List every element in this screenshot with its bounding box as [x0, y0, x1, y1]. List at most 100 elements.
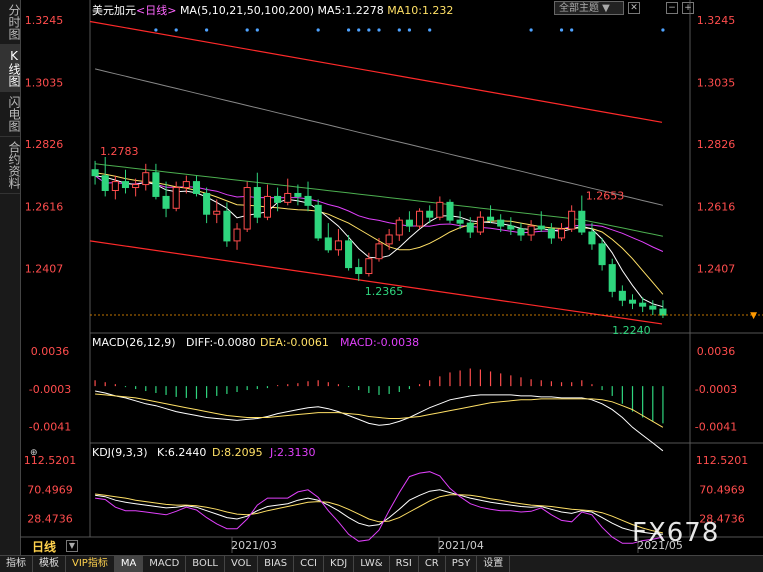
last-price-marker: ▼: [750, 311, 757, 321]
candle-body-17: [263, 195, 271, 218]
candle-body-16: [253, 187, 261, 218]
tab-0[interactable]: 指标: [0, 556, 33, 572]
candle-body-34: [436, 201, 444, 218]
theme-dropdown[interactable]: 全部主题 ▼: [554, 1, 624, 15]
signal-dot-13: [529, 28, 533, 32]
tab-9[interactable]: KDJ: [324, 556, 355, 572]
kdj-header-name: KDJ(9,3,3): [92, 446, 148, 459]
kdj-header-d: D:8.2095: [212, 446, 263, 459]
x-axis-label-0: 2021/03: [231, 539, 277, 552]
signal-dot-10: [397, 28, 401, 32]
chart-canvas[interactable]: 1.3245 1.3245 1.3035 1.3035 1.2826 1.2826 1.26…: [0, 0, 763, 571]
candle-body-55: [649, 305, 657, 310]
kdj-tick-left-1: 70.4969: [27, 483, 73, 496]
kdj-tick-left-2: 28.4736: [27, 513, 73, 526]
price-tick-right-3: 1.2616: [697, 201, 736, 214]
candle-body-37: [466, 222, 474, 233]
kdj-header-k: K:6.2440: [157, 446, 206, 459]
candle-body-53: [628, 299, 637, 304]
tab-3[interactable]: MA: [114, 556, 144, 572]
macd-tick-right-2: -0.0041: [695, 420, 737, 433]
price-tick-left-2: 1.2826: [25, 138, 64, 151]
candle-body-46: [557, 228, 566, 239]
tab-8[interactable]: CCI: [294, 556, 325, 572]
signal-dot-11: [407, 28, 412, 32]
kdj-j-line: [95, 471, 664, 544]
tab-6[interactable]: VOL: [225, 556, 259, 572]
macd-tick-left-2: -0.0041: [29, 420, 71, 433]
tab-14[interactable]: 设置: [477, 556, 511, 572]
candle-body-18: [274, 195, 282, 203]
signal-dot-3: [245, 28, 249, 32]
candle-body-39: [487, 216, 495, 221]
period-selector[interactable]: 日线: [32, 538, 56, 555]
tab-4[interactable]: MACD: [143, 556, 187, 572]
candle-body-9: [182, 181, 190, 189]
close-icon[interactable]: ✕: [628, 2, 640, 14]
ma5-value: MA5:1.2278: [317, 4, 384, 17]
signal-dot-12: [428, 28, 432, 32]
tab-11[interactable]: RSI: [390, 556, 419, 572]
candle-body-10: [192, 181, 201, 194]
candle-body-14: [233, 228, 241, 242]
macd-header-name: MACD(26,12,9): [92, 336, 176, 349]
signal-dot-1: [174, 28, 178, 32]
candle-body-23: [324, 237, 332, 251]
candle-body-7: [162, 195, 170, 209]
tab-10[interactable]: LW&: [354, 556, 390, 572]
kdj-d-line: [95, 493, 664, 534]
candle-body-21: [304, 195, 312, 206]
tab-12[interactable]: CR: [419, 556, 446, 572]
signal-dot-16: [661, 28, 665, 32]
annotation-high-left: 1.2783: [100, 145, 139, 158]
ma10-line: [95, 172, 664, 295]
signal-dot-5: [316, 28, 320, 32]
candle-body-36: [456, 219, 464, 224]
candle-body-43: [527, 225, 535, 236]
candle-body-27: [365, 258, 373, 275]
candle-body-1: [101, 175, 109, 191]
macd-header-diff: DIFF:-0.0080: [186, 336, 256, 349]
candle-body-28: [375, 243, 383, 260]
kdj-k-line: [95, 489, 663, 535]
tab-7[interactable]: BIAS: [258, 556, 295, 572]
candle-body-29: [385, 234, 393, 245]
tab-5[interactable]: BOLL: [186, 556, 225, 572]
tab-2[interactable]: VIP指标: [66, 556, 115, 572]
annotation-low-right: 1.2240: [612, 324, 651, 337]
tab-1[interactable]: 模板: [33, 556, 66, 572]
macd-dea-line: [95, 393, 664, 428]
watermark-logo: FX678: [632, 518, 720, 548]
candle-body-11: [203, 192, 211, 215]
tab-13[interactable]: PSY: [446, 556, 478, 572]
price-tick-right-4: 1.2407: [697, 262, 736, 275]
candle-body-13: [223, 210, 231, 242]
zoom-out-icon[interactable]: −: [666, 2, 678, 14]
channel-upper-line: [89, 20, 663, 123]
macd-tick-left-1: -0.0003: [29, 383, 71, 396]
ma10-value: MA10:1.232: [387, 4, 454, 17]
kdj-tick-right-0: 112.5201: [696, 454, 749, 467]
period-label[interactable]: <日线>: [136, 4, 176, 17]
candle-body-52: [618, 290, 626, 301]
price-tick-left-3: 1.2616: [25, 201, 64, 214]
candle-body-41: [507, 225, 515, 230]
candle-body-0: [91, 169, 99, 177]
candle-body-50: [598, 243, 606, 266]
ma-params: MA(5,10,21,50,100,200): [179, 4, 314, 17]
signal-dot-7: [357, 28, 361, 32]
candle-body-30: [395, 219, 403, 236]
candle-body-15: [243, 187, 251, 230]
signal-dot-2: [205, 28, 209, 32]
macd-header-dea: DEA:-0.0061: [260, 336, 329, 349]
kdj-tick-right-1: 70.4969: [699, 483, 745, 496]
candle-body-48: [578, 210, 586, 233]
chevron-down-icon[interactable]: ▼: [66, 540, 78, 552]
candle-body-45: [547, 228, 555, 239]
candle-body-19: [284, 192, 292, 203]
candle-body-4: [132, 184, 140, 189]
candle-body-35: [446, 201, 454, 221]
candle-body-8: [172, 187, 180, 209]
zoom-in-icon[interactable]: +: [682, 2, 694, 14]
candle-body-31: [405, 219, 413, 227]
